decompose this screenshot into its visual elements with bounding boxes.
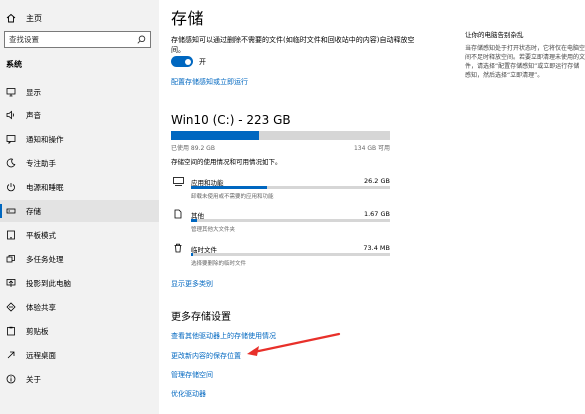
monitor-icon bbox=[4, 87, 18, 97]
optimize-drives-link[interactable]: 优化驱动器 bbox=[171, 389, 206, 399]
sidebar-item-remote-desktop[interactable]: 远程桌面 bbox=[0, 344, 159, 366]
sidebar-item-label: 存储 bbox=[26, 206, 41, 216]
category-subtitle: 选择要删除的临时文件 bbox=[191, 261, 247, 267]
category-other[interactable]: 其他 1.67 GB 管理其他大文件夹 bbox=[171, 206, 390, 238]
drive-free-label: 134 GB 可用 bbox=[353, 145, 390, 152]
home-icon bbox=[4, 13, 18, 23]
remote-icon bbox=[4, 350, 18, 360]
view-other-drives-link[interactable]: 查看其他驱动器上的存储使用情况 bbox=[171, 331, 276, 341]
sidebar-item-shared-experiences[interactable]: 体验共享 bbox=[0, 296, 159, 318]
search-placeholder: 查找设置 bbox=[9, 35, 39, 44]
sidebar-item-focus-assist[interactable]: 专注助手 bbox=[0, 152, 159, 174]
sidebar-item-multitasking[interactable]: 多任务处理 bbox=[0, 248, 159, 270]
sidebar-item-label: 剪贴板 bbox=[26, 326, 49, 336]
sidebar-item-label: 通知和操作 bbox=[26, 134, 64, 144]
drive-usage-fill bbox=[171, 131, 259, 140]
category-size: 1.67 GB bbox=[363, 210, 390, 218]
sidebar-item-power[interactable]: 电源和睡眠 bbox=[0, 176, 159, 198]
category-bar bbox=[191, 253, 390, 256]
sidebar: 主页 查找设置 系统 显示 声音 通知和操作 专注助手 电源和睡眠 存储 平板模… bbox=[0, 0, 159, 414]
tablet-icon bbox=[4, 230, 18, 240]
tip-text: 当存储感知处于打开状态时，它将仅在电脑空间不足时释放空间。若要立即清理未使用的文… bbox=[465, 45, 585, 79]
storage-icon bbox=[4, 206, 18, 216]
sidebar-item-label: 显示 bbox=[26, 87, 41, 97]
category-bar-fill bbox=[191, 219, 197, 222]
sidebar-item-label: 投影到此电脑 bbox=[26, 278, 71, 288]
other-icon bbox=[172, 208, 184, 220]
toggle-state-label: 开 bbox=[199, 58, 206, 66]
sidebar-item-label: 声音 bbox=[26, 110, 41, 120]
home-link[interactable]: 主页 bbox=[4, 11, 42, 25]
sidebar-item-label: 专注助手 bbox=[26, 158, 56, 168]
sidebar-item-display[interactable]: 显示 bbox=[0, 81, 159, 103]
search-input[interactable]: 查找设置 bbox=[4, 31, 151, 48]
sidebar-item-notifications[interactable]: 通知和操作 bbox=[0, 128, 159, 150]
sidebar-item-tablet[interactable]: 平板模式 bbox=[0, 224, 159, 246]
search-icon[interactable] bbox=[137, 35, 146, 46]
tip-title: 让你的电脑告别杂乱 bbox=[465, 31, 524, 39]
sidebar-item-label: 远程桌面 bbox=[26, 350, 56, 360]
show-more-categories-link[interactable]: 显示更多类别 bbox=[171, 279, 213, 289]
category-apps[interactable]: 应用和功能 26.2 GB 卸载未使用或不需要的应用和功能 bbox=[171, 173, 390, 205]
change-save-location-link[interactable]: 更改新内容的保存位置 bbox=[171, 351, 241, 361]
category-bar bbox=[191, 186, 390, 189]
info-icon bbox=[4, 374, 18, 384]
sidebar-item-project[interactable]: 投影到此电脑 bbox=[0, 272, 159, 294]
sidebar-item-about[interactable]: 关于 bbox=[0, 368, 159, 390]
sidebar-item-label: 平板模式 bbox=[26, 230, 56, 240]
sidebar-item-clipboard[interactable]: 剪贴板 bbox=[0, 320, 159, 342]
home-label: 主页 bbox=[26, 13, 42, 23]
category-bar-fill bbox=[191, 186, 267, 189]
sidebar-item-label: 电源和睡眠 bbox=[26, 182, 64, 192]
drive-used-label: 已使用 89.2 GB bbox=[171, 145, 215, 152]
category-temp-files[interactable]: 临时文件 73.4 MB 选择要删除的临时文件 bbox=[171, 240, 390, 272]
multitask-icon bbox=[4, 254, 18, 264]
breakdown-description: 存储空间的使用情况和可用情况如下。 bbox=[171, 158, 282, 166]
more-storage-settings-title: 更多存储设置 bbox=[171, 312, 231, 323]
drive-usage-bar bbox=[171, 131, 390, 140]
speaker-icon bbox=[4, 110, 18, 120]
drive-title: Win10 (C:) - 223 GB bbox=[171, 113, 291, 127]
category-size: 73.4 MB bbox=[363, 244, 390, 252]
sidebar-item-sound[interactable]: 声音 bbox=[0, 104, 159, 126]
main-content: 存储 存储感知可以通过删除不需要的文件(如临时文件和回收站中的内容)自动释放空间… bbox=[159, 0, 459, 414]
page-title: 存储 bbox=[171, 9, 205, 28]
tip-panel: 让你的电脑告别杂乱 当存储感知处于打开状态时，它将仅在电脑空间不足时释放空间。若… bbox=[459, 0, 585, 414]
trash-icon bbox=[172, 242, 184, 254]
storage-sense-toggle[interactable] bbox=[171, 56, 193, 67]
category-subtitle: 管理其他大文件夹 bbox=[191, 227, 236, 233]
configure-storage-sense-link[interactable]: 配置存储感知或立即运行 bbox=[171, 77, 248, 87]
sidebar-item-label: 多任务处理 bbox=[26, 254, 64, 264]
category-bar-fill bbox=[191, 253, 193, 256]
category-bar bbox=[191, 219, 390, 222]
manage-storage-spaces-link[interactable]: 管理存储空间 bbox=[171, 370, 213, 380]
apps-icon bbox=[172, 175, 184, 187]
sidebar-item-label: 关于 bbox=[26, 374, 41, 384]
share-icon bbox=[4, 302, 18, 312]
sidebar-item-storage[interactable]: 存储 bbox=[0, 200, 159, 222]
moon-icon bbox=[4, 158, 18, 168]
clipboard-icon bbox=[4, 326, 18, 336]
power-icon bbox=[4, 182, 18, 192]
notification-icon bbox=[4, 134, 18, 144]
storage-sense-description: 存储感知可以通过删除不需要的文件(如临时文件和回收站中的内容)自动释放空间。 bbox=[171, 36, 415, 54]
project-icon bbox=[4, 278, 18, 288]
section-title: 系统 bbox=[6, 60, 22, 69]
category-subtitle: 卸载未使用或不需要的应用和功能 bbox=[191, 194, 274, 200]
sidebar-item-label: 体验共享 bbox=[26, 302, 56, 312]
category-size: 26.2 GB bbox=[363, 177, 390, 185]
